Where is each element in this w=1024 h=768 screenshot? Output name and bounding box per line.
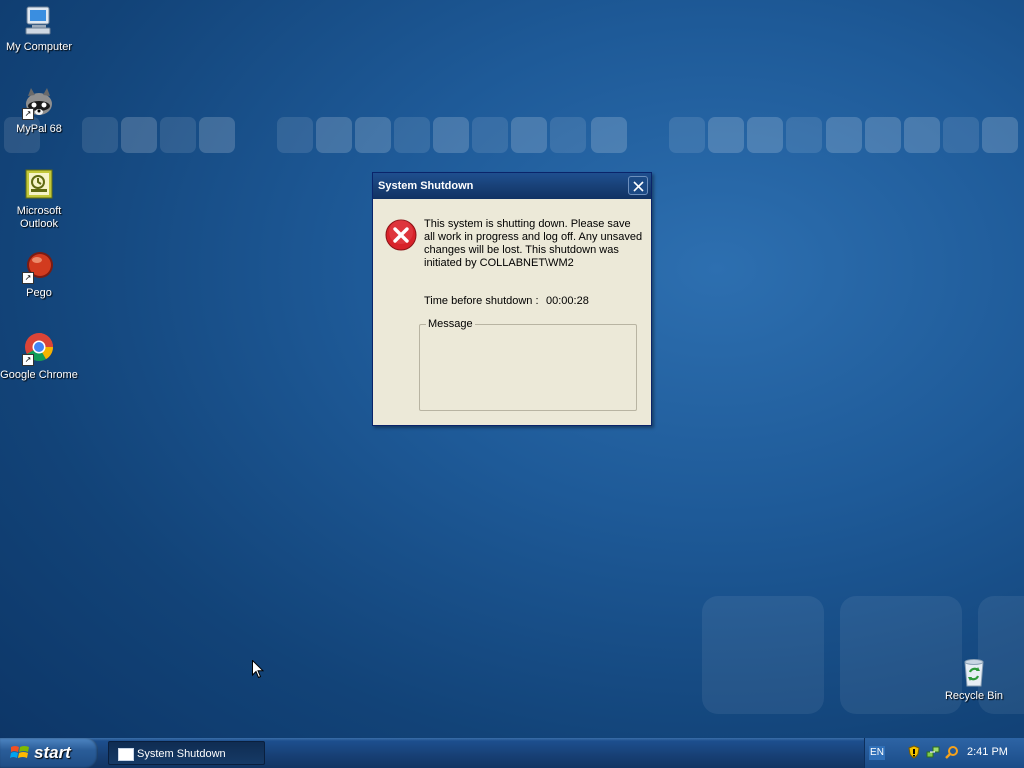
desktop-icon-label: Pego (26, 287, 52, 299)
dialog-body: This system is shutting down. Please sav… (373, 199, 651, 425)
clock[interactable]: 2:41 PM (967, 746, 1008, 758)
start-label: start (34, 743, 71, 762)
system-shutdown-dialog: System Shutdown This system is shutting … (372, 172, 652, 426)
system-tray: EN 2:41 PM (864, 738, 1024, 768)
dialog-title: System Shutdown (378, 180, 474, 192)
taskbar-item-label: System Shutdown (137, 748, 226, 760)
desktop-icon-label: Microsoft Outlook (16, 205, 62, 230)
countdown-timer: 00:00:28 (546, 295, 589, 307)
message-group-label: Message (426, 318, 475, 330)
taskbar: start System Shutdown EN 2:41 PM (0, 738, 1024, 768)
windows-logo-icon (10, 746, 29, 758)
desktop-icon-chrome[interactable]: ↗ Google Chrome (0, 332, 78, 382)
language-indicator[interactable]: EN (869, 746, 885, 760)
desktop-icon-recycle-bin[interactable]: Recycle Bin (940, 656, 1008, 702)
close-icon (633, 181, 644, 192)
desktop-icon-my-computer[interactable]: My Computer (0, 4, 78, 54)
security-shield-icon[interactable] (907, 745, 921, 759)
outlook-icon (22, 168, 56, 202)
shortcut-arrow-icon: ↗ (22, 108, 34, 120)
chrome-icon: ↗ (22, 332, 56, 366)
time-before-shutdown-label: Time before shutdown : (424, 295, 539, 307)
start-button[interactable]: start (0, 738, 98, 768)
desktop-icon-pego[interactable]: ↗ Pego (0, 250, 78, 300)
mouse-pointer-icon (252, 659, 265, 684)
desktop-icon-mypal[interactable]: ↗ MyPal 68 (0, 86, 78, 136)
desktop-icon-outlook[interactable]: Microsoft Outlook (0, 168, 78, 231)
close-button[interactable] (628, 176, 648, 195)
wallpaper-tile-large (702, 596, 824, 714)
message-groupbox: Message (419, 318, 637, 411)
error-icon (385, 219, 417, 251)
desktop-icon-label: My Computer (5, 41, 73, 53)
dialog-title-bar[interactable]: System Shutdown (373, 173, 651, 199)
recycle-bin-icon (958, 656, 990, 688)
network-icon[interactable] (926, 745, 940, 759)
recycle-bin-label: Recycle Bin (944, 690, 1004, 702)
desktop-icon-label: MyPal 68 (16, 123, 62, 135)
mypal-raccoon-icon: ↗ (22, 86, 56, 120)
shutdown-message-text: This system is shutting down. Please sav… (424, 218, 643, 269)
my-computer-icon (22, 4, 56, 38)
pego-icon: ↗ (22, 250, 56, 284)
wallpaper-tiles (0, 117, 1024, 155)
taskbar-item-system-shutdown[interactable]: System Shutdown (108, 741, 265, 765)
shortcut-arrow-icon: ↗ (22, 354, 34, 366)
window-icon (118, 748, 134, 761)
shortcut-arrow-icon: ↗ (22, 272, 34, 284)
desktop-icon-label: Google Chrome (0, 369, 78, 381)
search-icon[interactable] (945, 745, 959, 759)
